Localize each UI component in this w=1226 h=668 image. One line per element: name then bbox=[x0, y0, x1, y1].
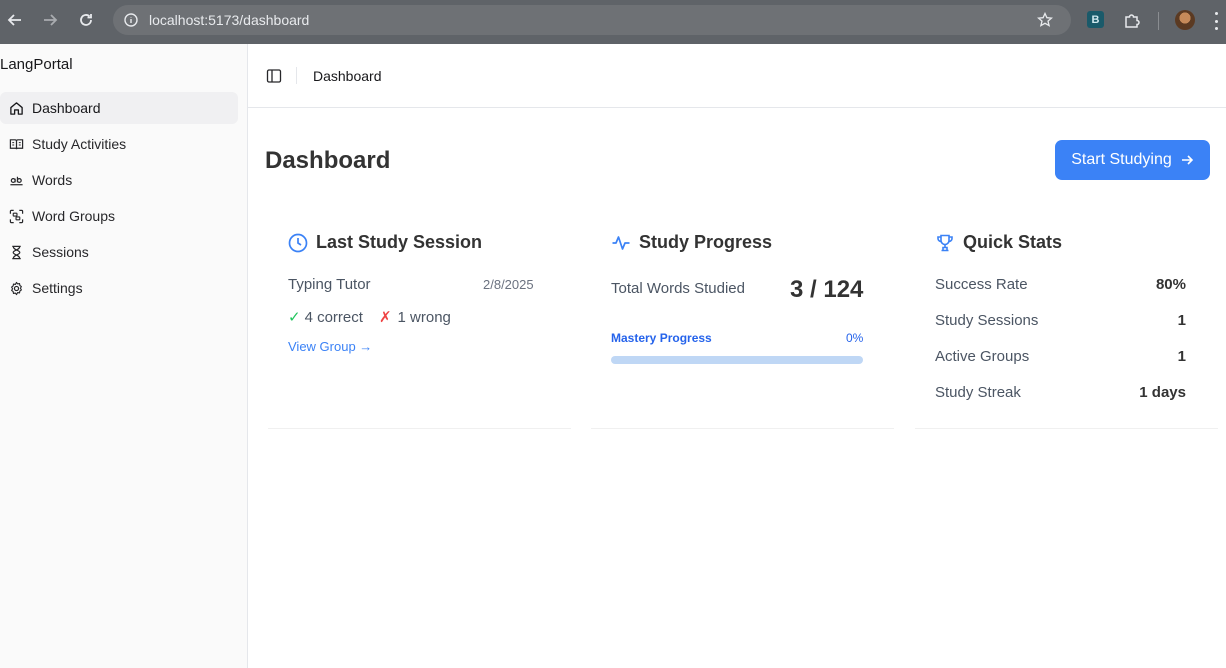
session-activity-name: Typing Tutor bbox=[288, 276, 371, 293]
stat-value-success-rate: 80% bbox=[1155, 276, 1186, 293]
session-results: ✓ 4 correct ✗ 1 wrong bbox=[288, 308, 451, 327]
app-brand[interactable]: LangPortal bbox=[0, 56, 73, 73]
stat-label-success-rate: Success Rate bbox=[935, 276, 1028, 293]
sidebar-item-settings[interactable]: Settings bbox=[0, 272, 238, 304]
activity-pulse-icon bbox=[611, 233, 631, 253]
check-icon: ✓ bbox=[288, 309, 301, 326]
star-icon[interactable] bbox=[1037, 12, 1053, 28]
sidebar: LangPortal Dashboard Study Activities Wo… bbox=[0, 44, 248, 668]
stat-label-study-streak: Study Streak bbox=[935, 384, 1021, 401]
stat-label-study-sessions: Study Sessions bbox=[935, 312, 1039, 329]
home-icon bbox=[8, 100, 24, 116]
session-date: 2/8/2025 bbox=[483, 277, 534, 292]
info-icon[interactable] bbox=[124, 13, 138, 27]
sidebar-item-label: Words bbox=[32, 172, 73, 188]
sidebar-item-words[interactable]: Words bbox=[0, 164, 238, 196]
view-group-link[interactable]: View Group → bbox=[288, 339, 372, 354]
trophy-icon bbox=[935, 233, 955, 253]
group-icon bbox=[8, 208, 24, 224]
arrow-left-icon bbox=[7, 14, 21, 26]
reload-icon bbox=[80, 14, 92, 26]
last-study-session-title: Last Study Session bbox=[316, 232, 483, 252]
sidebar-item-label: Sessions bbox=[32, 244, 89, 260]
stat-label-active-groups: Active Groups bbox=[935, 348, 1030, 365]
stat-value-study-sessions: 1 bbox=[1177, 312, 1186, 329]
toolbar-divider bbox=[1158, 12, 1159, 30]
total-words-label: Total Words Studied bbox=[611, 280, 745, 297]
extension-b-icon[interactable]: B bbox=[1087, 11, 1104, 28]
start-studying-button[interactable]: Start Studying bbox=[1055, 140, 1210, 180]
mastery-progress-bar bbox=[611, 356, 863, 364]
breadcrumb[interactable]: Dashboard bbox=[313, 68, 382, 84]
sidebar-item-sessions[interactable]: Sessions bbox=[0, 236, 238, 268]
sidebar-item-label: Word Groups bbox=[32, 208, 115, 224]
profile-avatar[interactable] bbox=[1175, 10, 1195, 30]
cross-icon: ✗ bbox=[378, 309, 392, 326]
last-study-session-header: Last Study Session bbox=[288, 232, 482, 253]
correct-count: 4 correct bbox=[304, 308, 363, 326]
page-title: Dashboard bbox=[265, 147, 391, 174]
clock-icon bbox=[288, 233, 308, 253]
browser-menu-icon[interactable] bbox=[1214, 12, 1218, 30]
total-words-value: 3 / 124 bbox=[790, 276, 864, 303]
extensions-puzzle-icon[interactable] bbox=[1123, 11, 1141, 29]
sidebar-toggle-icon[interactable] bbox=[266, 68, 282, 84]
reload-button[interactable] bbox=[75, 9, 97, 31]
arrow-right-icon bbox=[44, 14, 58, 26]
mastery-progress-label: Mastery Progress bbox=[611, 331, 712, 345]
book-open-icon bbox=[8, 136, 24, 152]
start-studying-label: Start Studying bbox=[1071, 151, 1172, 168]
gear-icon bbox=[8, 280, 24, 296]
url-text[interactable]: localhost:5173/dashboard bbox=[149, 12, 309, 28]
stat-value-study-streak: 1 days bbox=[1139, 384, 1186, 401]
sidebar-item-word-groups[interactable]: Word Groups bbox=[0, 200, 238, 232]
stat-value-active-groups: 1 bbox=[1177, 348, 1186, 365]
sidebar-item-dashboard[interactable]: Dashboard bbox=[0, 92, 238, 124]
header-divider bbox=[296, 67, 297, 84]
sidebar-item-label: Study Activities bbox=[32, 136, 127, 152]
sidebar-item-label: Settings bbox=[32, 280, 83, 296]
mastery-progress-percent: 0% bbox=[846, 331, 864, 345]
forward-button[interactable] bbox=[39, 9, 61, 31]
study-progress-header: Study Progress bbox=[611, 232, 772, 253]
words-icon bbox=[8, 172, 24, 188]
back-button[interactable] bbox=[4, 9, 26, 31]
browser-toolbar: localhost:5173/dashboard B bbox=[0, 0, 1226, 44]
quick-stats-title: Quick Stats bbox=[963, 232, 1063, 252]
wrong-count: 1 wrong bbox=[397, 308, 451, 326]
main-header: Dashboard bbox=[248, 44, 1226, 108]
hourglass-icon bbox=[8, 244, 24, 260]
study-progress-title: Study Progress bbox=[639, 232, 773, 252]
arrow-right-icon bbox=[1181, 155, 1193, 165]
quick-stats-header: Quick Stats bbox=[935, 232, 1062, 253]
sidebar-item-study-activities[interactable]: Study Activities bbox=[0, 128, 238, 160]
address-bar[interactable]: localhost:5173/dashboard bbox=[113, 5, 1071, 35]
sidebar-item-label: Dashboard bbox=[32, 100, 101, 116]
